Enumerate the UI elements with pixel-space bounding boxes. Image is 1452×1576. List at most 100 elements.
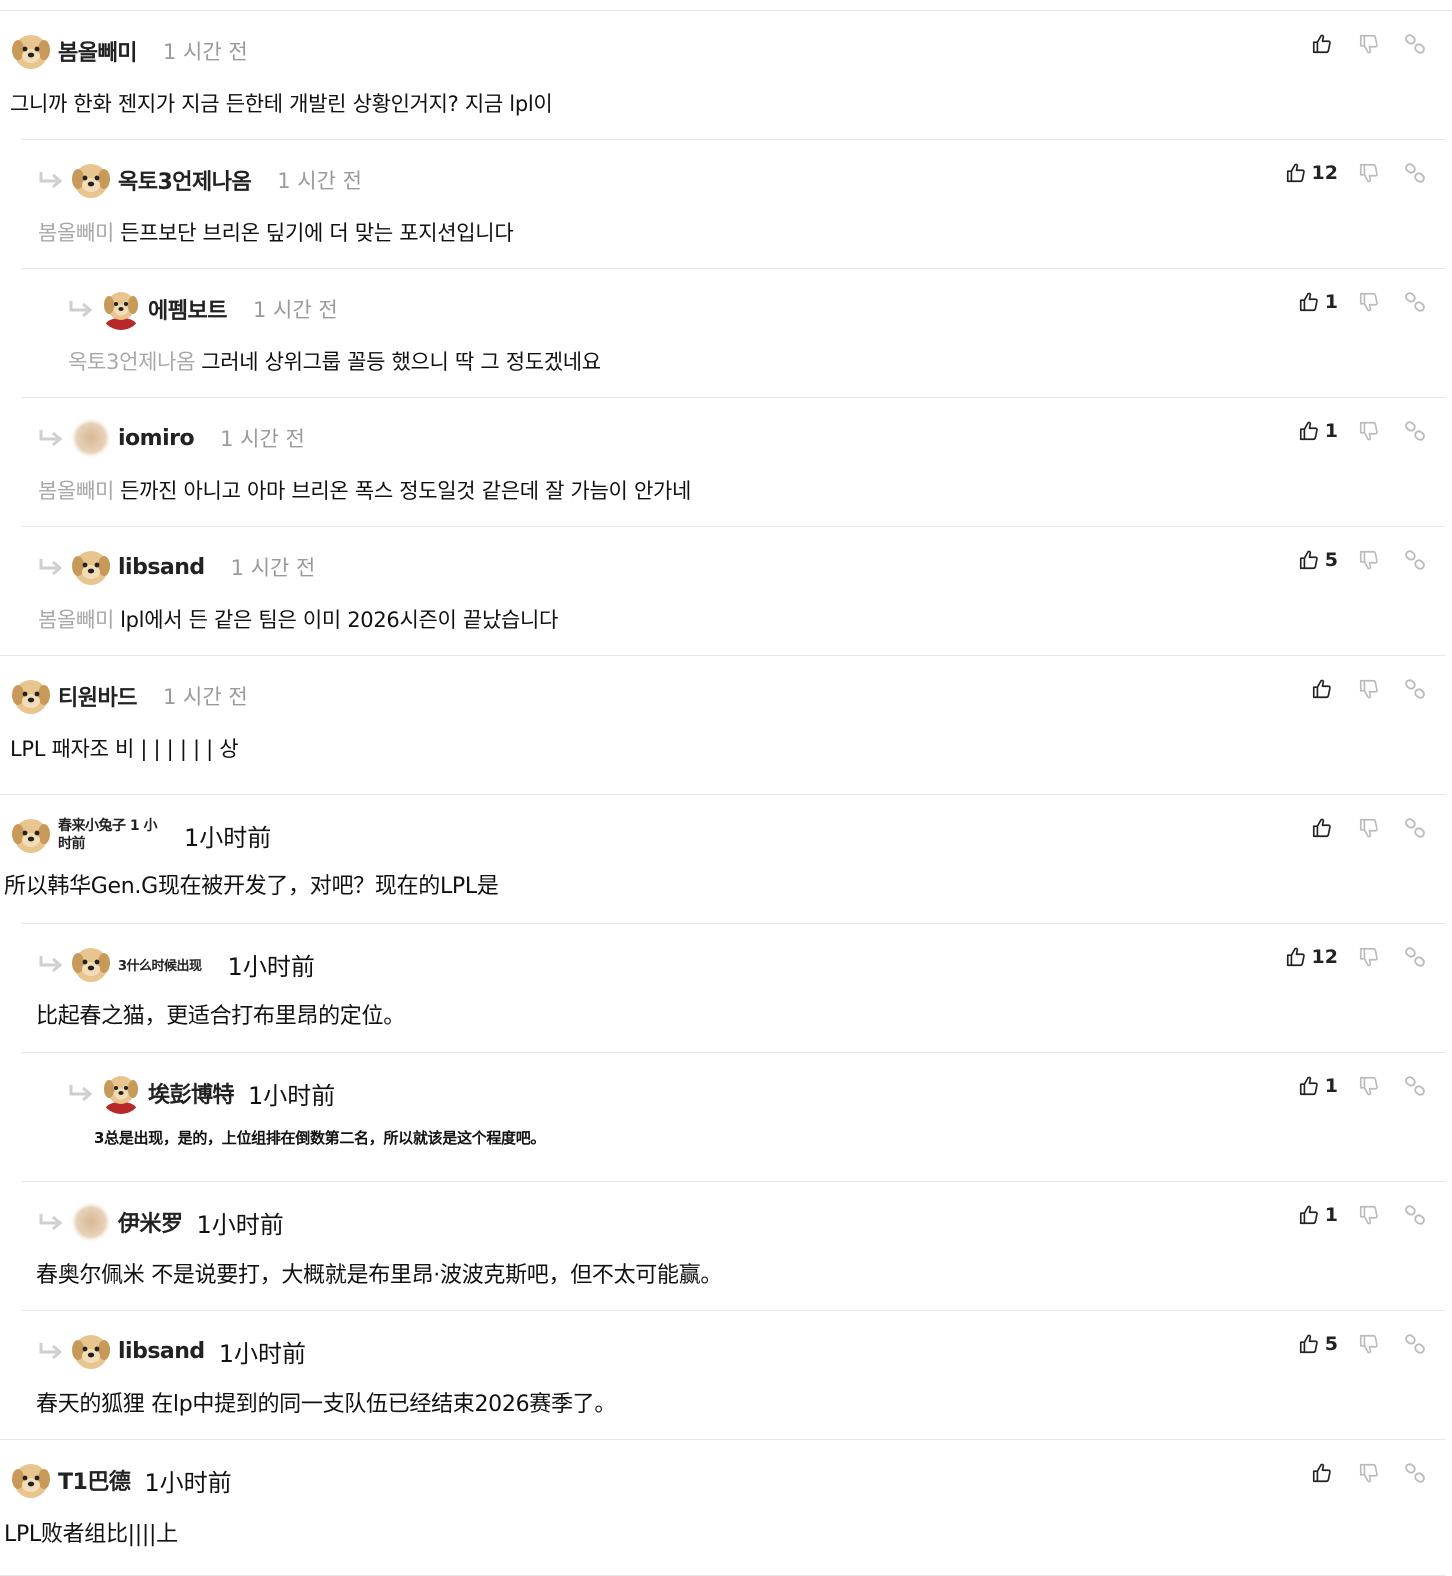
username[interactable]: libsand <box>118 555 205 580</box>
comment-actions: 1 <box>1246 1071 1438 1101</box>
mention[interactable]: 옥토3언제나옴 <box>68 350 195 374</box>
mention[interactable]: 봄올빼미 <box>38 221 114 245</box>
share-link-button[interactable] <box>1392 817 1438 839</box>
share-link-button[interactable] <box>1392 1462 1438 1484</box>
like-button[interactable]: 1 <box>1246 420 1346 442</box>
dislike-button[interactable] <box>1346 1462 1392 1484</box>
like-button[interactable]: 12 <box>1246 162 1346 184</box>
thumbs-down-icon <box>1358 1075 1380 1097</box>
username[interactable]: 春来小兔子 1 小时前 <box>58 817 158 853</box>
username[interactable]: 봄올빼미 <box>58 35 137 67</box>
comment-body: LPL败者组比||||上 <box>4 1516 178 1548</box>
like-button[interactable]: 5 <box>1246 549 1346 571</box>
username[interactable]: 티원바드 <box>58 680 137 712</box>
thumbs-up-icon <box>1285 946 1307 968</box>
comment-header: libsand 1小时前 <box>38 1329 306 1373</box>
thumbs-down-icon <box>1358 1333 1380 1355</box>
comment-text: 든프보단 브리온 딮기에 더 맞는 포지션입니다 <box>120 221 514 245</box>
share-link-button[interactable] <box>1392 549 1438 571</box>
like-button[interactable]: 1 <box>1246 1204 1346 1226</box>
comment-header: 春来小兔子 1 小时前 1小时前 <box>10 813 271 857</box>
thumbs-up-icon <box>1298 1204 1320 1226</box>
avatar[interactable] <box>70 159 112 201</box>
avatar[interactable] <box>70 546 112 588</box>
avatar[interactable] <box>10 814 52 856</box>
like-button[interactable]: 12 <box>1246 946 1346 968</box>
share-link-button[interactable] <box>1392 420 1438 442</box>
share-link-button[interactable] <box>1392 33 1438 55</box>
like-button[interactable]: 1 <box>1246 291 1346 313</box>
avatar[interactable] <box>70 1330 112 1372</box>
dislike-button[interactable] <box>1346 291 1392 313</box>
dislike-button[interactable] <box>1346 420 1392 442</box>
like-count: 1 <box>1324 291 1338 313</box>
timestamp: 1 시간 전 <box>230 556 316 580</box>
dislike-button[interactable] <box>1346 33 1392 55</box>
share-link-button[interactable] <box>1392 1333 1438 1355</box>
comment-actions: 1 <box>1246 416 1438 446</box>
dislike-button[interactable] <box>1346 1333 1392 1355</box>
like-button[interactable] <box>1246 1462 1346 1484</box>
comment-actions <box>1246 1458 1438 1488</box>
link-icon <box>1404 420 1426 442</box>
avatar[interactable] <box>70 417 112 459</box>
username[interactable]: 埃彭博特 <box>148 1077 235 1109</box>
like-count: 1 <box>1324 420 1338 442</box>
avatar[interactable] <box>70 1201 112 1243</box>
dislike-button[interactable] <box>1346 946 1392 968</box>
timestamp: 1小时前 <box>218 1339 306 1368</box>
avatar[interactable] <box>10 675 52 717</box>
share-link-button[interactable] <box>1392 946 1438 968</box>
comment-body: 春天的狐狸 在lp中提到的同一支队伍已经结束2026赛季了。 <box>36 1386 616 1418</box>
comment-actions: 1 <box>1246 1200 1438 1230</box>
comment-item: 伊米罗 1小时前春奥尔佩米 不是说要打，大概就是布里昂·波波克斯吧，但不太可能赢。… <box>0 1182 1452 1311</box>
like-button[interactable] <box>1246 33 1346 55</box>
comment-body: 春奥尔佩米 不是说要打，大概就是布里昂·波波克斯吧，但不太可能赢。 <box>36 1257 722 1289</box>
comment-text: 所以韩华Gen.G现在被开发了，对吧？现在的LPL是 <box>4 874 499 899</box>
username[interactable]: 3什么时候出现 <box>118 955 202 974</box>
username[interactable]: libsand <box>118 1339 205 1364</box>
mention[interactable]: 봄올빼미 <box>38 479 114 503</box>
timestamp: 1小时前 <box>248 1081 336 1110</box>
like-button[interactable]: 5 <box>1246 1333 1346 1355</box>
reply-arrow-icon <box>38 428 64 448</box>
comment-header: 伊米罗 1小时前 <box>38 1200 284 1244</box>
avatar[interactable] <box>10 30 52 72</box>
comment-item: 옥토3언제나옴 1 시간 전봄올빼미 든프보단 브리온 딮기에 더 맞는 포지션입니… <box>0 140 1452 269</box>
share-link-button[interactable] <box>1392 1075 1438 1097</box>
link-icon <box>1404 1462 1426 1484</box>
comment-text: 春奥尔佩米 不是说要打，大概就是布里昂·波波克斯吧，但不太可能赢。 <box>36 1263 723 1288</box>
share-link-button[interactable] <box>1392 291 1438 313</box>
comment-header: 옥토3언제나옴 1 시간 전 <box>38 158 362 202</box>
username[interactable]: 옥토3언제나옴 <box>118 164 252 196</box>
like-button[interactable] <box>1246 817 1346 839</box>
username[interactable]: 伊米罗 <box>118 1206 183 1238</box>
mention[interactable]: 봄올빼미 <box>38 608 114 632</box>
dislike-button[interactable] <box>1346 817 1392 839</box>
comment-actions <box>1246 29 1438 59</box>
share-link-button[interactable] <box>1392 162 1438 184</box>
avatar[interactable] <box>70 943 112 985</box>
like-count: 12 <box>1311 946 1338 968</box>
dislike-button[interactable] <box>1346 549 1392 571</box>
dislike-button[interactable] <box>1346 1204 1392 1226</box>
like-button[interactable] <box>1246 678 1346 700</box>
avatar[interactable] <box>100 288 142 330</box>
dislike-button[interactable] <box>1346 678 1392 700</box>
comment-text: LPL败者组比||||上 <box>4 1522 178 1547</box>
dislike-button[interactable] <box>1346 1075 1392 1097</box>
avatar[interactable] <box>10 1459 52 1501</box>
thumbs-down-icon <box>1358 817 1380 839</box>
comment-text: LPL 패자조 비 | | | | | | 상 <box>10 737 239 761</box>
thumbs-down-icon <box>1358 420 1380 442</box>
dislike-button[interactable] <box>1346 162 1392 184</box>
share-link-button[interactable] <box>1392 1204 1438 1226</box>
comment-text: 그러네 상위그룹 꼴등 했으니 딱 그 정도겠네요 <box>201 350 601 374</box>
username[interactable]: T1巴德 <box>58 1464 131 1496</box>
username[interactable]: 에펨보트 <box>148 293 227 325</box>
like-button[interactable]: 1 <box>1246 1075 1346 1097</box>
timestamp: 1小时前 <box>196 1210 284 1239</box>
avatar[interactable] <box>100 1072 142 1114</box>
share-link-button[interactable] <box>1392 678 1438 700</box>
username[interactable]: iomiro <box>118 426 195 451</box>
